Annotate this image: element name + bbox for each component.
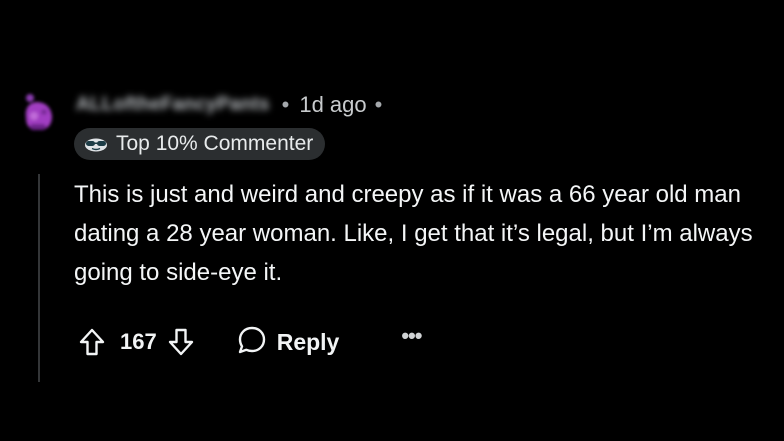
reply-label: Reply (276, 328, 340, 355)
avatar-image (25, 94, 52, 130)
more-options-button[interactable]: ••• (401, 323, 422, 349)
timestamp[interactable]: 1d ago (299, 92, 366, 118)
vote-score: 167 (120, 329, 157, 354)
separator-dot-trailing: • (374, 92, 383, 117)
upvote-arrow-up-icon[interactable] (78, 327, 106, 357)
flair-label: Top 10% Commenter (116, 132, 314, 155)
user-avatar[interactable] (20, 88, 58, 134)
reply-button[interactable]: Reply (237, 325, 340, 360)
username[interactable]: ALLoftheFancyPants (76, 94, 270, 116)
separator-dot: • (281, 92, 290, 117)
downvote-arrow-down-icon[interactable] (167, 327, 195, 357)
comment-actions: 167 Reply ••• (78, 322, 422, 362)
user-flair: Top 10% Commenter (74, 128, 326, 160)
comment: ALLoftheFancyPants • 1d ago • Top 10% Co… (0, 0, 784, 441)
comment-body: This is just and weird and creepy as if … (74, 181, 753, 286)
comment-meta: ALLoftheFancyPants • 1d ago • (76, 88, 382, 122)
thread-line[interactable] (38, 174, 40, 382)
sunglasses-face-icon (84, 136, 108, 152)
speech-bubble-icon (237, 325, 267, 360)
